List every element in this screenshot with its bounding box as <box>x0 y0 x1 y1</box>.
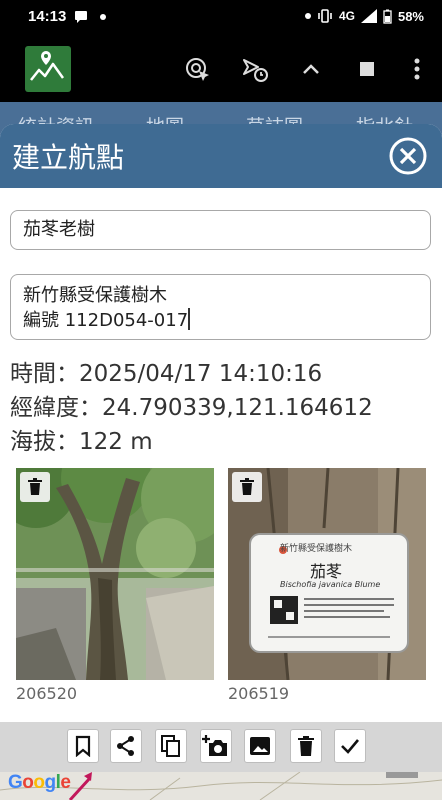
battery-icon <box>383 9 392 24</box>
trash-icon <box>28 478 42 495</box>
battery-level: 58% <box>397 8 424 24</box>
stop-icon[interactable] <box>352 54 382 84</box>
description-line-1: 新竹縣受保護樹木 <box>23 285 167 306</box>
waypoint-time: 時間：2025/04/17 14:10:16 <box>10 361 323 387</box>
confirm-button[interactable] <box>334 729 366 763</box>
waypoint-name-input[interactable]: 茄苳老樹 <box>10 210 431 250</box>
sign-species-text: 茄苳 <box>310 562 343 581</box>
bookmark-icon <box>75 735 91 757</box>
close-icon[interactable] <box>388 136 428 176</box>
waypoint-description-input[interactable]: 新竹縣受保護樹木 編號 112D054-017 <box>10 274 431 340</box>
check-icon <box>341 739 359 754</box>
trash-icon <box>240 478 254 495</box>
delete-icon <box>298 736 314 756</box>
action-bar <box>0 722 442 772</box>
sign-org-text: 新竹縣受保護樹木 <box>280 544 353 554</box>
bookmark-button[interactable] <box>67 729 99 763</box>
dialog-header: 建立航點 <box>0 124 442 188</box>
photo-caption-1: 206520 <box>16 684 78 703</box>
app-toolbar <box>0 36 442 102</box>
delete-photo-1-button[interactable] <box>20 472 50 502</box>
dialog-title: 建立航點 <box>12 141 125 174</box>
copy-button[interactable] <box>155 729 187 763</box>
notification-dot-icon <box>100 14 106 20</box>
vibrate-icon <box>318 9 332 23</box>
status-bar: 14:13 4G 58% <box>0 0 442 36</box>
image-icon <box>250 737 270 755</box>
waypoint-coordinates: 經緯度：24.790339,121.164612 <box>10 395 373 421</box>
track-record-icon[interactable] <box>240 54 270 84</box>
waypoint-name-value: 茄苳老樹 <box>23 219 95 240</box>
google-logo: Google <box>8 772 71 793</box>
photo-thumbnail-1[interactable] <box>16 468 214 680</box>
copy-icon <box>161 735 180 757</box>
gps-target-icon[interactable] <box>182 54 212 84</box>
sign-latin-text: Bischofia javanica Blume <box>280 580 381 589</box>
gallery-button[interactable] <box>244 729 276 763</box>
text-caret <box>188 308 190 330</box>
share-button[interactable] <box>110 729 142 763</box>
add-photo-icon <box>202 735 227 756</box>
map-background[interactable]: Google <box>0 772 442 800</box>
delete-waypoint-button[interactable] <box>290 729 322 763</box>
photo-caption-2: 206519 <box>228 684 290 703</box>
delete-photo-2-button[interactable] <box>232 472 262 502</box>
create-waypoint-dialog: 建立航點 茄苳老樹 新竹縣受保護樹木 編號 112D054-017 時間：202… <box>0 124 442 744</box>
map-marker-chart-icon <box>30 51 65 81</box>
status-time: 14:13 <box>28 8 67 25</box>
chevron-up-icon[interactable] <box>296 54 326 84</box>
signal-icon <box>360 9 377 23</box>
share-icon <box>117 736 134 756</box>
add-photo-button[interactable] <box>200 729 232 763</box>
waypoint-altitude: 海拔：122 m <box>10 429 153 455</box>
network-label: 4G <box>338 9 355 23</box>
dot-icon <box>304 13 311 19</box>
more-vert-icon[interactable] <box>402 54 432 84</box>
description-line-2: 編號 112D054-017 <box>23 310 189 331</box>
chat-bubble-icon <box>75 11 87 23</box>
app-logo[interactable] <box>25 46 71 92</box>
photo-thumbnail-2[interactable]: 新竹縣受保護樹木 茄苳 Bischofia javanica Blume <box>228 468 426 680</box>
